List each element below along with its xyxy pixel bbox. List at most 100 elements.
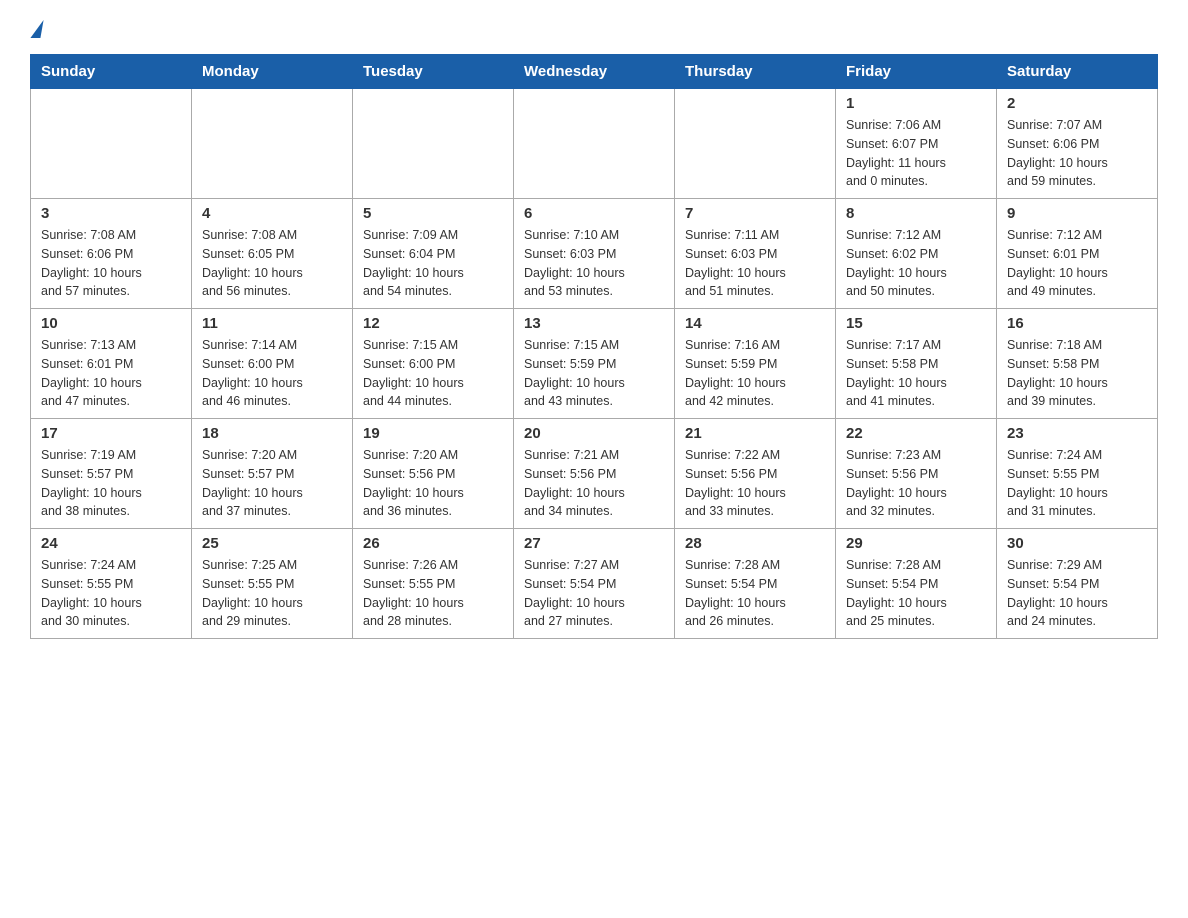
calendar-cell: 10 Sunrise: 7:13 AM Sunset: 6:01 PM Dayli…	[31, 309, 192, 419]
day-info: Sunrise: 7:11 AM Sunset: 6:03 PM Dayligh…	[685, 226, 825, 301]
day-number: 11	[202, 315, 342, 332]
day-info: Sunrise: 7:07 AM Sunset: 6:06 PM Dayligh…	[1007, 116, 1147, 191]
day-info: Sunrise: 7:21 AM Sunset: 5:56 PM Dayligh…	[524, 446, 664, 521]
day-number: 19	[363, 425, 503, 442]
day-info: Sunrise: 7:24 AM Sunset: 5:55 PM Dayligh…	[41, 556, 181, 631]
calendar-cell	[514, 89, 675, 199]
day-info: Sunrise: 7:25 AM Sunset: 5:55 PM Dayligh…	[202, 556, 342, 631]
day-number: 1	[846, 95, 986, 112]
day-number: 10	[41, 315, 181, 332]
day-number: 9	[1007, 205, 1147, 222]
calendar-cell: 8 Sunrise: 7:12 AM Sunset: 6:02 PM Daylig…	[836, 199, 997, 309]
calendar-cell: 20 Sunrise: 7:21 AM Sunset: 5:56 PM Dayli…	[514, 419, 675, 529]
day-info: Sunrise: 7:12 AM Sunset: 6:02 PM Dayligh…	[846, 226, 986, 301]
week-row-2: 3Sunrise: 7:08 AM Sunset: 6:06 PM Daylig…	[31, 199, 1158, 309]
weekday-header-tuesday: Tuesday	[353, 55, 514, 89]
calendar-cell: 9 Sunrise: 7:12 AM Sunset: 6:01 PM Daylig…	[997, 199, 1158, 309]
calendar-cell: 2 Sunrise: 7:07 AM Sunset: 6:06 PM Daylig…	[997, 89, 1158, 199]
calendar-cell: 25 Sunrise: 7:25 AM Sunset: 5:55 PM Dayli…	[192, 529, 353, 639]
day-number: 29	[846, 535, 986, 552]
day-number: 28	[685, 535, 825, 552]
day-number: 15	[846, 315, 986, 332]
logo	[30, 20, 42, 38]
day-info: Sunrise: 7:18 AM Sunset: 5:58 PM Dayligh…	[1007, 336, 1147, 411]
calendar-cell: 7 Sunrise: 7:11 AM Sunset: 6:03 PM Daylig…	[675, 199, 836, 309]
day-info: Sunrise: 7:12 AM Sunset: 6:01 PM Dayligh…	[1007, 226, 1147, 301]
calendar-cell: 11Sunrise: 7:14 AM Sunset: 6:00 PM Dayli…	[192, 309, 353, 419]
weekday-header-wednesday: Wednesday	[514, 55, 675, 89]
day-info: Sunrise: 7:28 AM Sunset: 5:54 PM Dayligh…	[846, 556, 986, 631]
day-number: 18	[202, 425, 342, 442]
day-number: 14	[685, 315, 825, 332]
day-info: Sunrise: 7:08 AM Sunset: 6:05 PM Dayligh…	[202, 226, 342, 301]
weekday-header-thursday: Thursday	[675, 55, 836, 89]
day-number: 21	[685, 425, 825, 442]
day-info: Sunrise: 7:15 AM Sunset: 6:00 PM Dayligh…	[363, 336, 503, 411]
calendar-cell: 4 Sunrise: 7:08 AM Sunset: 6:05 PM Daylig…	[192, 199, 353, 309]
day-number: 7	[685, 205, 825, 222]
day-info: Sunrise: 7:27 AM Sunset: 5:54 PM Dayligh…	[524, 556, 664, 631]
calendar-cell: 14 Sunrise: 7:16 AM Sunset: 5:59 PM Dayli…	[675, 309, 836, 419]
day-info: Sunrise: 7:16 AM Sunset: 5:59 PM Dayligh…	[685, 336, 825, 411]
day-number: 22	[846, 425, 986, 442]
weekday-header-sunday: Sunday	[31, 55, 192, 89]
day-info: Sunrise: 7:15 AM Sunset: 5:59 PM Dayligh…	[524, 336, 664, 411]
weekday-header-friday: Friday	[836, 55, 997, 89]
day-number: 8	[846, 205, 986, 222]
calendar-cell: 23 Sunrise: 7:24 AM Sunset: 5:55 PM Dayli…	[997, 419, 1158, 529]
day-info: Sunrise: 7:29 AM Sunset: 5:54 PM Dayligh…	[1007, 556, 1147, 631]
week-row-1: 1 Sunrise: 7:06 AM Sunset: 6:07 PM Daylig…	[31, 89, 1158, 199]
calendar-cell: 30 Sunrise: 7:29 AM Sunset: 5:54 PM Dayli…	[997, 529, 1158, 639]
day-info: Sunrise: 7:20 AM Sunset: 5:57 PM Dayligh…	[202, 446, 342, 521]
calendar-cell: 24 Sunrise: 7:24 AM Sunset: 5:55 PM Dayli…	[31, 529, 192, 639]
day-number: 2	[1007, 95, 1147, 112]
day-info: Sunrise: 7:20 AM Sunset: 5:56 PM Dayligh…	[363, 446, 503, 521]
day-number: 6	[524, 205, 664, 222]
day-info: Sunrise: 7:10 AM Sunset: 6:03 PM Dayligh…	[524, 226, 664, 301]
day-number: 24	[41, 535, 181, 552]
calendar-cell: 27 Sunrise: 7:27 AM Sunset: 5:54 PM Dayli…	[514, 529, 675, 639]
calendar-cell: 13 Sunrise: 7:15 AM Sunset: 5:59 PM Dayli…	[514, 309, 675, 419]
day-info: Sunrise: 7:19 AM Sunset: 5:57 PM Dayligh…	[41, 446, 181, 521]
calendar-cell: 17 Sunrise: 7:19 AM Sunset: 5:57 PM Dayli…	[31, 419, 192, 529]
day-info: Sunrise: 7:06 AM Sunset: 6:07 PM Dayligh…	[846, 116, 986, 191]
day-number: 20	[524, 425, 664, 442]
week-row-4: 17 Sunrise: 7:19 AM Sunset: 5:57 PM Dayli…	[31, 419, 1158, 529]
day-number: 27	[524, 535, 664, 552]
day-info: Sunrise: 7:09 AM Sunset: 6:04 PM Dayligh…	[363, 226, 503, 301]
day-number: 30	[1007, 535, 1147, 552]
day-number: 12	[363, 315, 503, 332]
calendar-cell	[192, 89, 353, 199]
calendar-cell: 6 Sunrise: 7:10 AM Sunset: 6:03 PM Daylig…	[514, 199, 675, 309]
weekday-header-saturday: Saturday	[997, 55, 1158, 89]
day-info: Sunrise: 7:28 AM Sunset: 5:54 PM Dayligh…	[685, 556, 825, 631]
page-header	[30, 20, 1158, 38]
day-number: 13	[524, 315, 664, 332]
day-number: 17	[41, 425, 181, 442]
day-info: Sunrise: 7:17 AM Sunset: 5:58 PM Dayligh…	[846, 336, 986, 411]
day-info: Sunrise: 7:24 AM Sunset: 5:55 PM Dayligh…	[1007, 446, 1147, 521]
calendar-cell: 28 Sunrise: 7:28 AM Sunset: 5:54 PM Dayli…	[675, 529, 836, 639]
day-number: 23	[1007, 425, 1147, 442]
day-number: 25	[202, 535, 342, 552]
calendar-cell	[675, 89, 836, 199]
day-info: Sunrise: 7:23 AM Sunset: 5:56 PM Dayligh…	[846, 446, 986, 521]
day-info: Sunrise: 7:13 AM Sunset: 6:01 PM Dayligh…	[41, 336, 181, 411]
weekday-header-monday: Monday	[192, 55, 353, 89]
week-row-5: 24 Sunrise: 7:24 AM Sunset: 5:55 PM Dayli…	[31, 529, 1158, 639]
calendar-cell: 18 Sunrise: 7:20 AM Sunset: 5:57 PM Dayli…	[192, 419, 353, 529]
day-info: Sunrise: 7:26 AM Sunset: 5:55 PM Dayligh…	[363, 556, 503, 631]
calendar-cell: 29 Sunrise: 7:28 AM Sunset: 5:54 PM Dayli…	[836, 529, 997, 639]
calendar-cell: 3Sunrise: 7:08 AM Sunset: 6:06 PM Daylig…	[31, 199, 192, 309]
calendar-cell: 22 Sunrise: 7:23 AM Sunset: 5:56 PM Dayli…	[836, 419, 997, 529]
calendar-cell	[31, 89, 192, 199]
day-number: 3	[41, 205, 181, 222]
calendar-cell: 1 Sunrise: 7:06 AM Sunset: 6:07 PM Daylig…	[836, 89, 997, 199]
day-number: 5	[363, 205, 503, 222]
day-number: 26	[363, 535, 503, 552]
calendar-table: SundayMondayTuesdayWednesdayThursdayFrid…	[30, 54, 1158, 639]
calendar-cell: 21Sunrise: 7:22 AM Sunset: 5:56 PM Dayli…	[675, 419, 836, 529]
calendar-cell: 16Sunrise: 7:18 AM Sunset: 5:58 PM Dayli…	[997, 309, 1158, 419]
calendar-cell: 26 Sunrise: 7:26 AM Sunset: 5:55 PM Dayli…	[353, 529, 514, 639]
day-number: 4	[202, 205, 342, 222]
